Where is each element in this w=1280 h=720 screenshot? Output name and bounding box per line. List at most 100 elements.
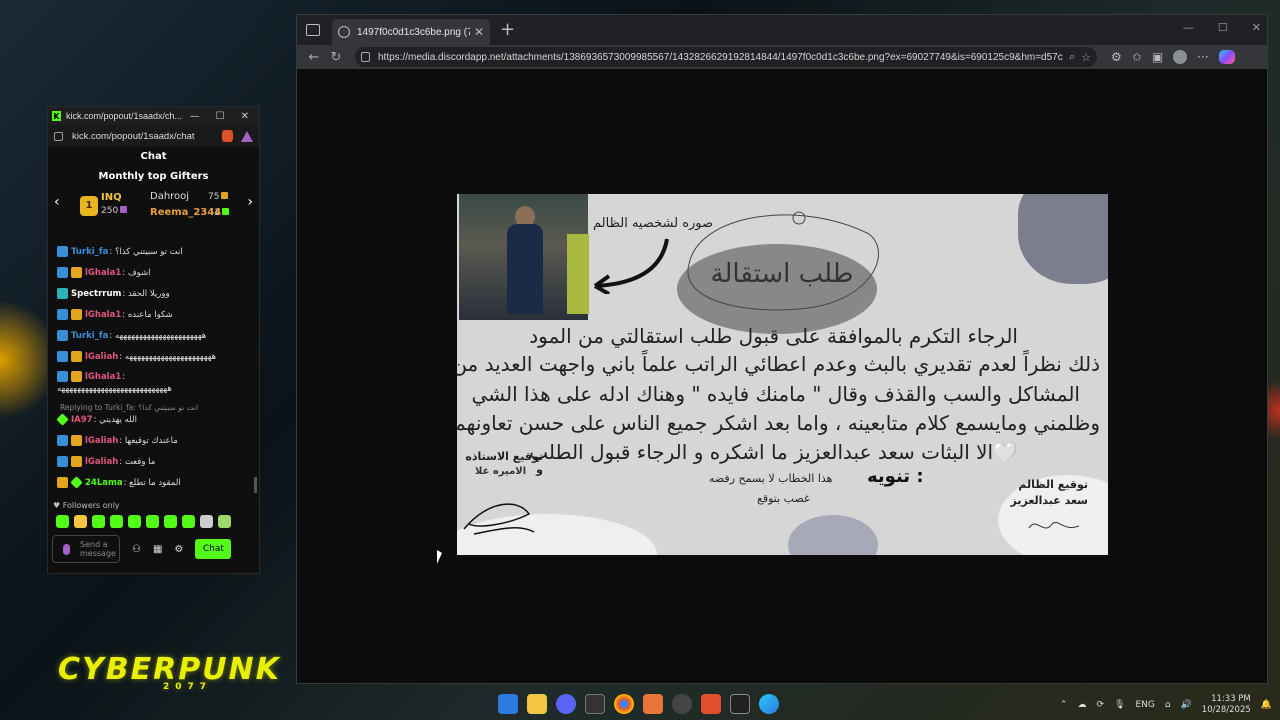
chat-username[interactable]: lGaliah bbox=[85, 352, 118, 362]
collections-icon[interactable]: ▣ bbox=[1152, 50, 1163, 64]
clock[interactable]: 11:33 PM 10/28/2025 bbox=[1202, 694, 1251, 716]
chat-message-input[interactable]: Send a message bbox=[52, 535, 120, 563]
browser-window: 1497f0c0d1c3c6be.png (780×433) ✕ + — ☐ ✕… bbox=[296, 14, 1268, 684]
chat-message[interactable]: lGaliah: ماعندك توقيعها bbox=[57, 435, 178, 446]
address-bar-row: ← ↻ https://media.discordapp.net/attachm… bbox=[297, 45, 1267, 69]
emote-picker-icon[interactable]: ⚇ bbox=[132, 544, 141, 555]
chat-maximize-button[interactable]: ☐ bbox=[216, 111, 225, 122]
emote-icon[interactable] bbox=[200, 515, 213, 528]
chat-message[interactable]: Turki_fa: انت تو سبيتني كذا؟ bbox=[57, 246, 183, 257]
chat-text: ههههههههههههههههههههههه bbox=[114, 330, 207, 341]
chat-message[interactable]: lGhala1: اشوف bbox=[57, 267, 151, 278]
mic-tray-icon[interactable]: 🎙 bbox=[1114, 700, 1125, 710]
brave-icon[interactable] bbox=[701, 694, 721, 714]
network-icon[interactable]: ⌂ bbox=[1165, 700, 1171, 710]
gifter-name-2[interactable]: Dahrooj bbox=[150, 191, 189, 202]
close-tab-icon[interactable]: ✕ bbox=[474, 25, 484, 39]
mic-icon[interactable] bbox=[63, 543, 70, 555]
chevron-right-icon[interactable]: › bbox=[247, 194, 253, 210]
start-icon[interactable] bbox=[498, 694, 518, 714]
site-info-icon[interactable] bbox=[361, 52, 370, 62]
app-icon[interactable] bbox=[643, 694, 663, 714]
wallpaper-logo: CYBERPUNK 2077 bbox=[58, 652, 281, 692]
chat-message[interactable]: lGaliah: ههههههههههههههههههههههه bbox=[57, 351, 216, 362]
chevron-left-icon[interactable]: ‹ bbox=[54, 194, 60, 210]
badge-icon bbox=[57, 309, 68, 320]
brave-shields-icon[interactable] bbox=[222, 130, 233, 142]
chat-message[interactable]: lGaliah: ما وقعت bbox=[57, 456, 155, 467]
store-icon[interactable]: ▦ bbox=[153, 544, 162, 555]
more-menu-icon[interactable]: ··· bbox=[1197, 50, 1208, 64]
settings-gear-icon[interactable]: ⚙ bbox=[174, 544, 183, 555]
gifter-name-1[interactable]: INQ bbox=[101, 192, 122, 203]
emote-icon[interactable] bbox=[146, 515, 159, 528]
volume-icon[interactable]: 🔊 bbox=[1181, 700, 1192, 710]
chat-username[interactable]: Turki_fa bbox=[71, 247, 108, 257]
emote-icon[interactable] bbox=[128, 515, 141, 528]
crown-icon bbox=[57, 477, 68, 488]
brave-rewards-icon[interactable] bbox=[241, 130, 253, 142]
chat-message[interactable]: lGhala1: شكوا ماعنده bbox=[57, 309, 173, 320]
notification-icon[interactable]: 🔔 bbox=[1261, 700, 1272, 710]
chat-scrollbar[interactable] bbox=[254, 477, 257, 493]
chat-username[interactable]: Spectrrum bbox=[71, 289, 121, 299]
maximize-button[interactable]: ☐ bbox=[1218, 21, 1228, 34]
chat-username[interactable]: lGhala1 bbox=[85, 310, 121, 320]
emote-icon[interactable] bbox=[182, 515, 195, 528]
url-input[interactable]: https://media.discordapp.net/attachments… bbox=[355, 47, 1097, 67]
sidebar-toggle-icon[interactable] bbox=[306, 24, 320, 36]
extensions-icon[interactable]: ⚙ bbox=[1111, 50, 1122, 64]
crown-icon bbox=[71, 435, 82, 446]
chat-message[interactable]: 24Lama: المقود ما تطلع bbox=[57, 476, 181, 489]
profile-avatar[interactable] bbox=[1173, 50, 1188, 64]
emote-icon[interactable] bbox=[56, 515, 69, 528]
send-chat-button[interactable]: Chat bbox=[195, 539, 232, 559]
chrome-icon[interactable] bbox=[614, 694, 634, 714]
file-explorer-icon[interactable] bbox=[527, 694, 547, 714]
gifter-count-2: 75 bbox=[208, 192, 229, 202]
back-button[interactable]: ← bbox=[303, 50, 325, 65]
chat-username[interactable]: lGaliah bbox=[85, 457, 118, 467]
copilot-icon[interactable] bbox=[1218, 50, 1235, 64]
crown-icon bbox=[71, 351, 82, 362]
chat-close-button[interactable]: ✕ bbox=[241, 111, 249, 122]
minimize-button[interactable]: — bbox=[1183, 21, 1194, 34]
emote-icon[interactable] bbox=[218, 515, 231, 528]
emote-icon[interactable] bbox=[74, 515, 87, 528]
chat-input-placeholder: Send a message bbox=[80, 540, 116, 558]
chat-message[interactable]: Spectrrum: ووريلا الحقد bbox=[57, 288, 170, 299]
emote-icon[interactable] bbox=[164, 515, 177, 528]
chat-message[interactable]: lGhala1: bbox=[57, 371, 125, 382]
kick-logo-icon: K bbox=[52, 111, 61, 121]
favorites-icon[interactable]: ✩ bbox=[1132, 50, 1142, 64]
gifter-name-3[interactable]: Reema_2344 bbox=[150, 207, 221, 218]
chat-username[interactable]: lGaliah bbox=[85, 436, 118, 446]
emote-icon[interactable] bbox=[92, 515, 105, 528]
badge-icon bbox=[57, 330, 68, 341]
emote-icon[interactable] bbox=[110, 515, 123, 528]
new-tab-button[interactable]: + bbox=[500, 21, 515, 39]
steam-icon[interactable] bbox=[672, 694, 692, 714]
chat-minimize-button[interactable]: — bbox=[190, 111, 200, 122]
onedrive-icon[interactable]: ☁ bbox=[1077, 700, 1086, 710]
chat-username[interactable]: lGhala1 bbox=[85, 372, 121, 382]
sync-icon[interactable]: ⟳ bbox=[1096, 700, 1104, 710]
chat-username[interactable]: Turki_fa bbox=[71, 331, 108, 341]
zoom-icon[interactable]: ⌕ bbox=[1069, 50, 1075, 64]
chat-username[interactable]: IA97 bbox=[71, 415, 93, 425]
language-indicator[interactable]: ENG bbox=[1135, 700, 1154, 710]
chat-username[interactable]: lGhala1 bbox=[85, 268, 121, 278]
favorite-star-icon[interactable]: ☆ bbox=[1081, 51, 1091, 64]
chevron-up-icon[interactable]: ⌃ bbox=[1060, 700, 1068, 710]
chat-message[interactable]: IA97: الله يهديني bbox=[56, 413, 137, 426]
site-settings-icon[interactable] bbox=[54, 131, 63, 141]
xbox-icon[interactable] bbox=[585, 694, 605, 714]
browser-tab[interactable]: 1497f0c0d1c3c6be.png (780×433) ✕ bbox=[332, 19, 490, 45]
edge-icon[interactable] bbox=[759, 694, 779, 714]
refresh-button[interactable]: ↻ bbox=[325, 50, 347, 65]
chat-message[interactable]: Turki_fa: ههههههههههههههههههههههه bbox=[57, 330, 206, 341]
close-window-button[interactable]: ✕ bbox=[1252, 21, 1261, 34]
chat-username[interactable]: 24Lama bbox=[85, 478, 123, 488]
discord-icon[interactable] bbox=[556, 694, 576, 714]
app-icon-2[interactable] bbox=[730, 694, 750, 714]
